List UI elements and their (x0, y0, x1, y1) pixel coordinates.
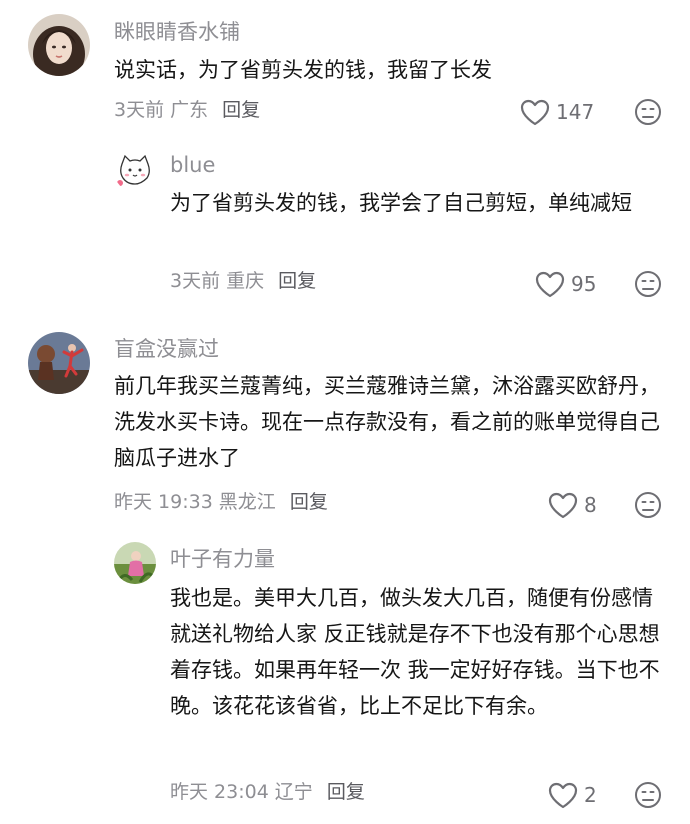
reply-button[interactable]: 回复 (327, 781, 365, 803)
comment-username[interactable]: 眯眼睛香水铺 (114, 22, 240, 43)
reply-region: 重庆 (226, 270, 265, 292)
reply-username[interactable]: blue (170, 155, 215, 176)
avatar[interactable] (28, 332, 90, 394)
like-count: 2 (584, 783, 597, 807)
frown-face-icon[interactable] (634, 781, 662, 809)
reply-region: 辽宁 (274, 781, 313, 803)
comment-region: 广东 (170, 99, 209, 121)
reply-item: blue 为了省剪头发的钱，我学会了自己剪短，单纯减短 3天前 重庆 回复 95 (0, 140, 690, 320)
reply-time: 昨天 23:04 (170, 781, 269, 803)
comment-meta: 昨天 19:33 黑龙江 回复 (114, 493, 328, 512)
reply-button[interactable]: 回复 (290, 491, 328, 513)
reply-content: 我也是。美甲大几百，做头发大几百，随便有份感情就送礼物给人家 反正钱就是存不下也… (170, 586, 660, 718)
like-count: 95 (571, 272, 597, 296)
like-count: 147 (556, 100, 595, 124)
like-button[interactable]: 2 (548, 780, 597, 810)
like-count: 8 (584, 493, 597, 517)
comment-time: 3天前 (114, 99, 165, 121)
comment-meta: 3天前 广东 回复 (114, 101, 260, 120)
comment-content: 说实话，为了省剪头发的钱，我留了长发 (114, 58, 492, 82)
comment-username[interactable]: 盲盒没赢过 (114, 339, 219, 360)
heart-outline-icon (520, 99, 550, 125)
frown-face-icon[interactable] (634, 98, 662, 126)
heart-outline-icon (535, 271, 565, 297)
reply-meta: 昨天 23:04 辽宁 回复 (170, 783, 365, 802)
avatar-dancer-photo (28, 332, 90, 394)
avatar[interactable] (114, 150, 156, 192)
reply-time: 3天前 (170, 270, 221, 292)
reply-content: 为了省剪头发的钱，我学会了自己剪短，单纯减短 (170, 191, 632, 215)
comment-item: 眯眼睛香水铺 说实话，为了省剪头发的钱，我留了长发 3天前 广东 回复 147 (0, 0, 690, 140)
avatar[interactable] (114, 542, 156, 584)
like-button[interactable]: 147 (520, 97, 594, 127)
avatar-nature-photo (114, 542, 156, 584)
frown-face-icon[interactable] (634, 270, 662, 298)
comment-item: 盲盒没赢过 前几年我买兰蔻菁纯，买兰蔻雅诗兰黛，沐浴露买欧舒丹，洗发水买卡诗。现… (0, 320, 690, 530)
like-button[interactable]: 95 (535, 269, 596, 299)
avatar-cat-sticker (114, 150, 156, 192)
reply-meta: 3天前 重庆 回复 (170, 272, 316, 291)
like-button[interactable]: 8 (548, 490, 597, 520)
comment-region: 黑龙江 (218, 491, 276, 513)
reply-button[interactable]: 回复 (278, 270, 316, 292)
avatar-girl-photo (28, 14, 90, 76)
reply-username[interactable]: 叶子有力量 (170, 549, 275, 570)
reply-item: 叶子有力量 我也是。美甲大几百，做头发大几百，随便有份感情就送礼物给人家 反正钱… (0, 530, 690, 824)
avatar[interactable] (28, 14, 90, 76)
comment-time: 昨天 19:33 (114, 491, 213, 513)
reply-button[interactable]: 回复 (222, 99, 260, 121)
heart-outline-icon (548, 492, 578, 518)
heart-outline-icon (548, 782, 578, 808)
frown-face-icon[interactable] (634, 491, 662, 519)
comment-content: 前几年我买兰蔻菁纯，买兰蔻雅诗兰黛，沐浴露买欧舒丹，洗发水买卡诗。现在一点存款没… (114, 374, 660, 470)
